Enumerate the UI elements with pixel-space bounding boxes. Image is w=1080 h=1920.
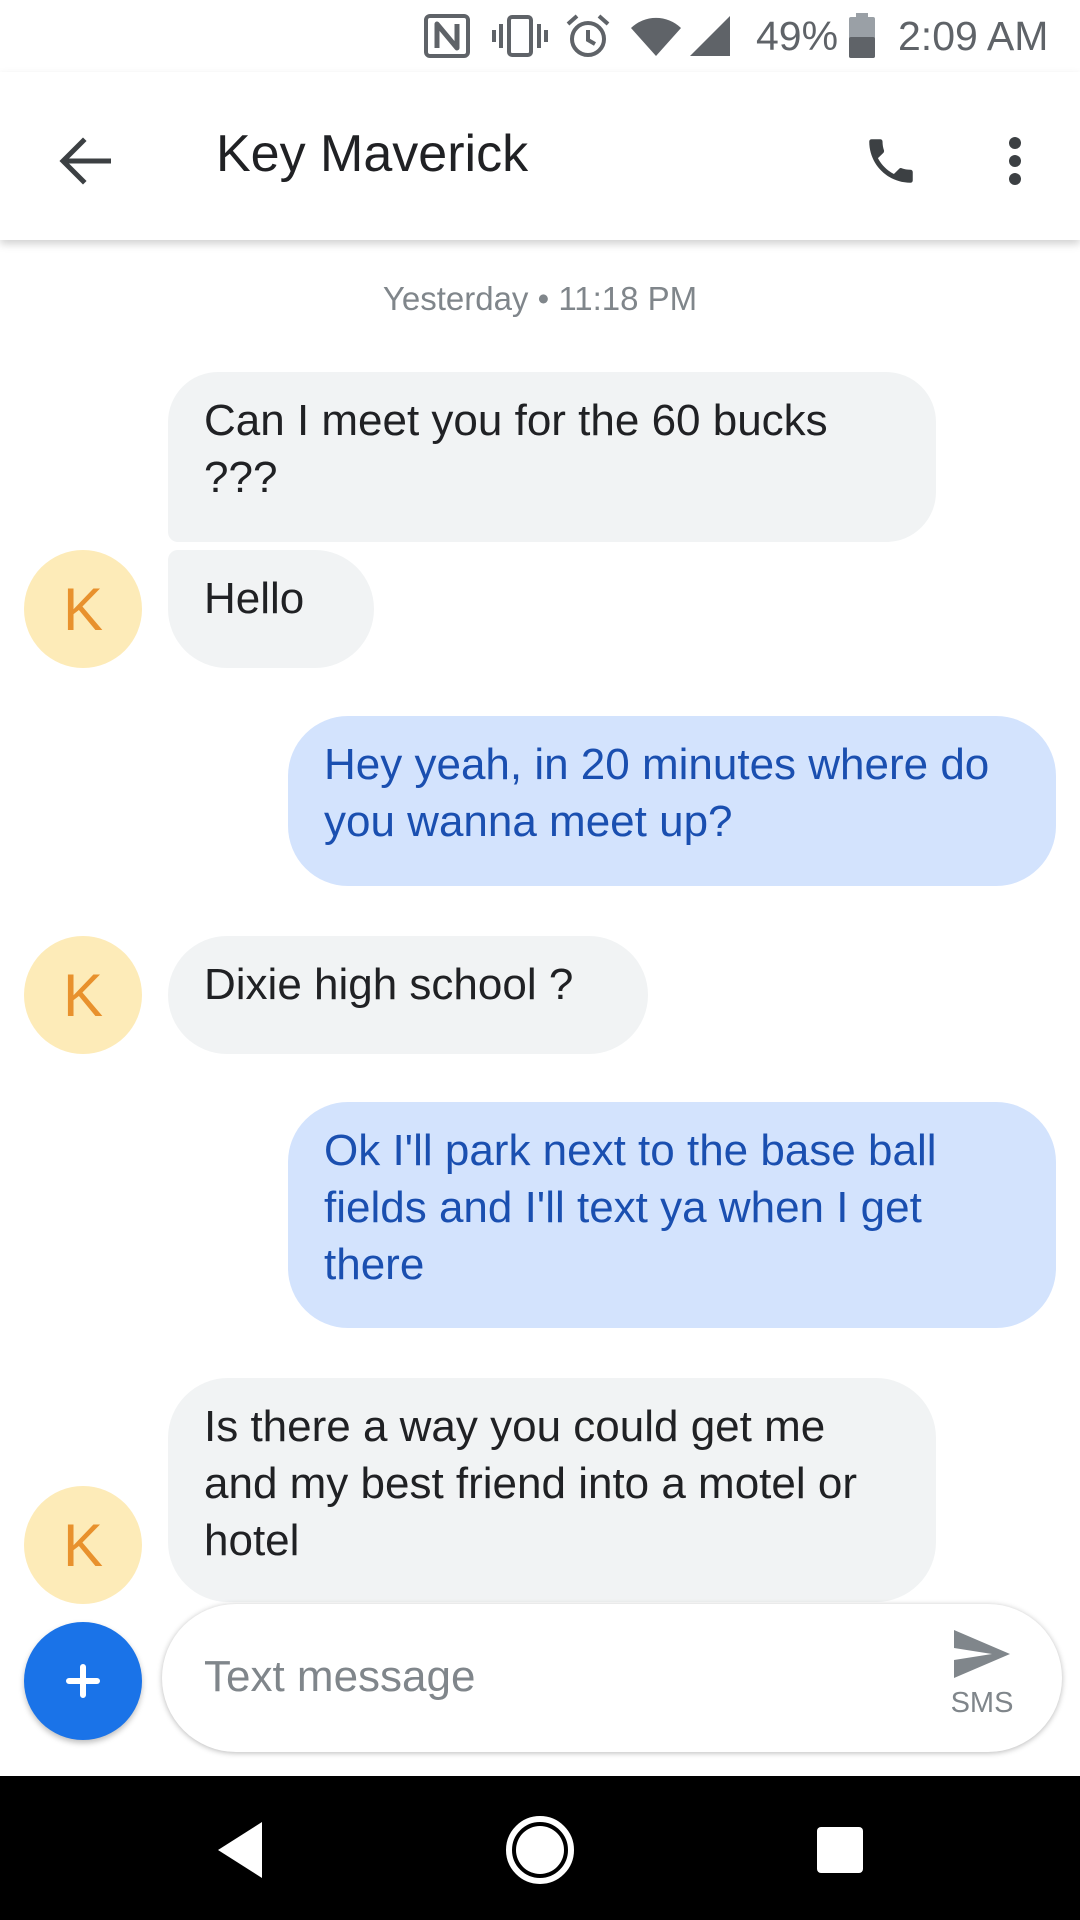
alarm-icon: [564, 14, 612, 58]
message-text: Ok I'll park next to the base ball field…: [324, 1126, 937, 1289]
message-incoming[interactable]: Can I meet you for the 60 bucks ???: [168, 372, 936, 542]
message-input[interactable]: Text message SMS: [162, 1604, 1062, 1752]
avatar[interactable]: K: [24, 936, 142, 1054]
send-icon: [952, 1628, 1012, 1685]
battery-percent: 49%: [756, 12, 839, 59]
avatar[interactable]: K: [24, 550, 142, 668]
message-text: Hey yeah, in 20 minutes where do you wan…: [324, 740, 990, 846]
conversation-header: Key Maverick: [0, 72, 1080, 240]
nav-home-icon[interactable]: [490, 1800, 590, 1900]
send-button[interactable]: SMS: [932, 1628, 1032, 1738]
more-vert-icon[interactable]: [970, 116, 1060, 206]
phone-icon[interactable]: [846, 116, 936, 206]
add-icon[interactable]: [24, 1622, 142, 1740]
vibrate-icon: [492, 14, 548, 58]
battery-icon: [848, 13, 876, 58]
nav-back-icon[interactable]: [190, 1800, 290, 1900]
message-text: Can I meet you for the 60 bucks ???: [204, 396, 828, 502]
message-outgoing[interactable]: Hey yeah, in 20 minutes where do you wan…: [288, 716, 1056, 886]
message-text: Is there a way you could get me and my b…: [204, 1402, 857, 1565]
nav-recents-icon[interactable]: [790, 1800, 890, 1900]
compose-bar: Text message SMS: [0, 1600, 1080, 1776]
message-text: Dixie high school ?: [204, 960, 574, 1009]
message-incoming[interactable]: Hello: [168, 550, 374, 668]
send-mode-label: SMS: [950, 1687, 1014, 1719]
status-bar: 49% 2:09 AM: [0, 0, 1080, 72]
back-arrow-icon[interactable]: [40, 116, 130, 206]
nfc-icon: [424, 14, 470, 58]
system-nav-bar: [0, 1776, 1080, 1920]
contact-name: Key Maverick: [216, 125, 529, 183]
message-outgoing[interactable]: Ok I'll park next to the base ball field…: [288, 1102, 1056, 1328]
wifi-icon: [630, 14, 682, 58]
message-input-placeholder: Text message: [204, 1652, 476, 1701]
signal-icon: [688, 14, 732, 58]
conversation-timestamp: Yesterday • 11:18 PM: [382, 280, 698, 317]
avatar-initial: K: [62, 961, 104, 1029]
avatar[interactable]: K: [24, 1486, 142, 1604]
message-text: Hello: [204, 574, 305, 623]
avatar-initial: K: [62, 1511, 104, 1579]
status-time: 2:09 AM: [898, 12, 1049, 59]
message-incoming[interactable]: Is there a way you could get me and my b…: [168, 1378, 936, 1602]
message-incoming[interactable]: Dixie high school ?: [168, 936, 648, 1054]
avatar-initial: K: [62, 575, 104, 643]
